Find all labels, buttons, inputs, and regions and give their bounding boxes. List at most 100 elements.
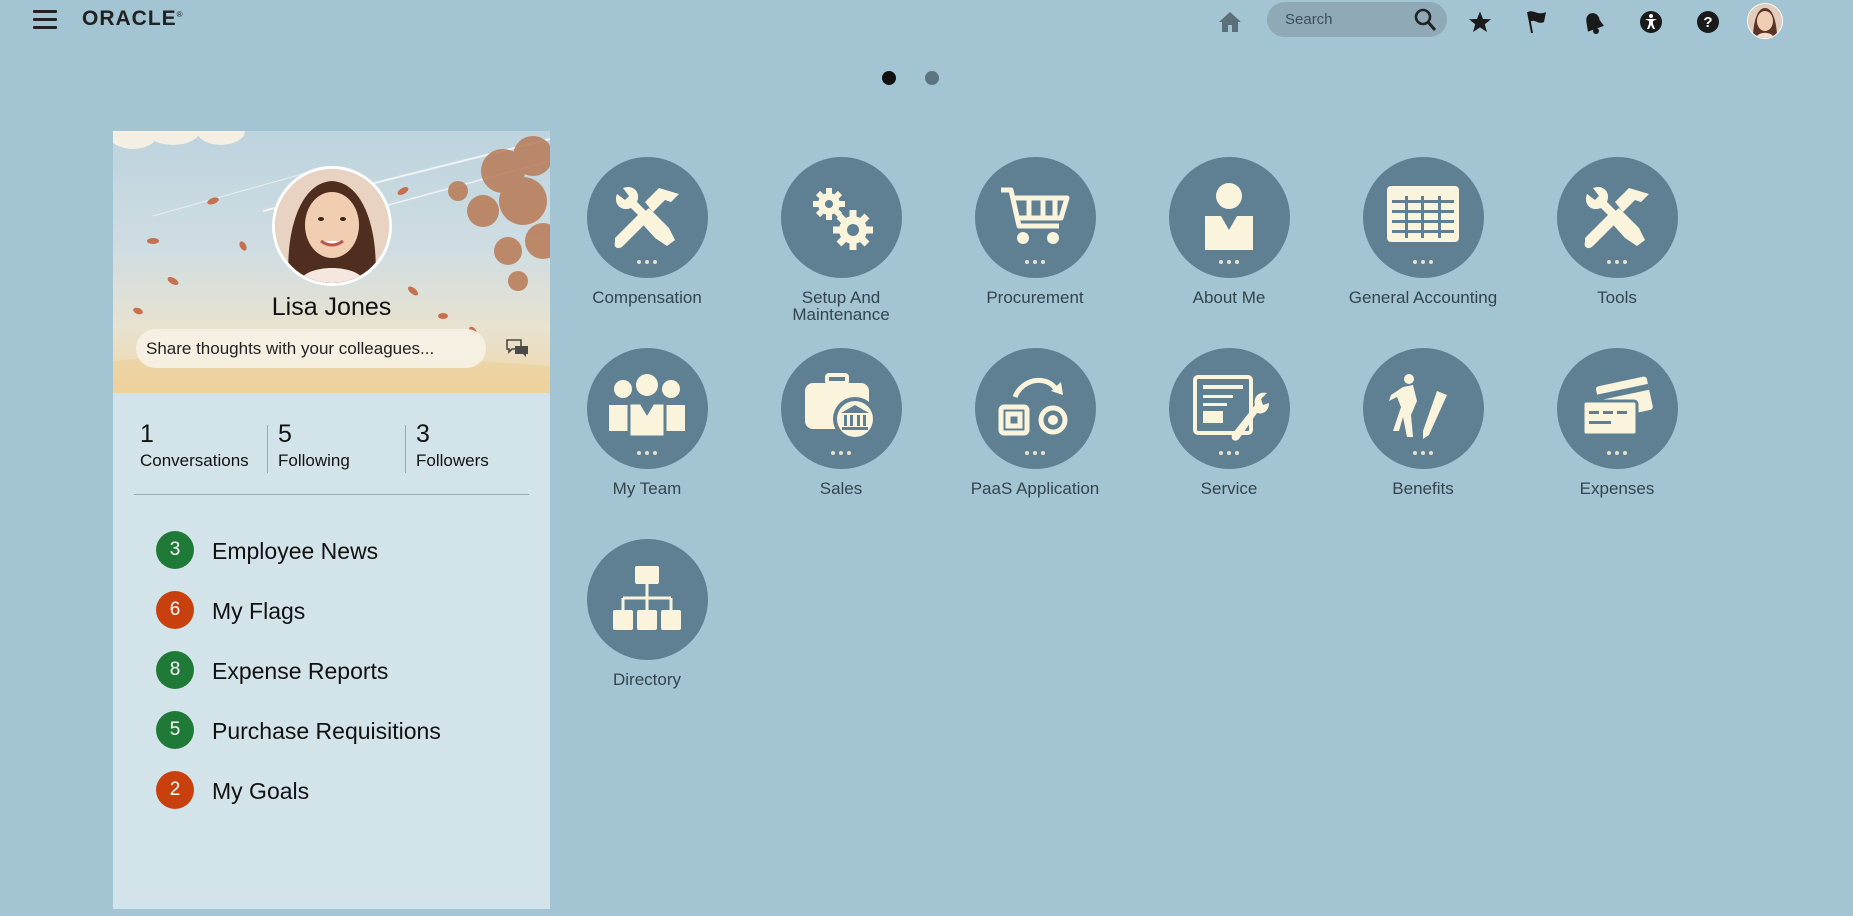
app-tile-directory[interactable]: Directory [550, 539, 744, 688]
worklist-label: My Goals [212, 778, 310, 804]
tile-label: Benefits [1392, 479, 1454, 498]
tile-label: Service [1200, 479, 1258, 498]
worklist-item-my-goals[interactable]: 2 My Goals [156, 771, 486, 811]
tile-label: Directory [612, 670, 681, 689]
tile-icon-circle [586, 348, 708, 469]
user-avatar[interactable] [1747, 3, 1783, 39]
count-badge: 8 [156, 651, 194, 689]
stat-label: Conversations [140, 451, 249, 470]
profile-banner: Lisa Jones [113, 131, 550, 393]
app-tile-about-me[interactable]: About Me [1132, 157, 1326, 306]
profile-panel: Lisa Jones 1 Conversations 5 Following 3… [113, 131, 550, 909]
app-tile-tools[interactable]: Tools [1520, 157, 1714, 306]
help-icon[interactable]: ? [1694, 8, 1722, 36]
stat-divider [405, 425, 406, 473]
tile-label: General Accounting [1348, 288, 1498, 307]
more-dots [975, 442, 1096, 460]
notifications-bell-icon[interactable] [1580, 8, 1608, 36]
profile-name[interactable]: Lisa Jones [113, 293, 550, 322]
navigator-menu-icon[interactable] [33, 10, 57, 30]
tile-label: Setup And Maintenance [792, 288, 890, 324]
more-dots [1169, 442, 1290, 460]
stat-followers[interactable]: 3 Followers [416, 420, 489, 470]
tile-icon-circle [1362, 348, 1484, 469]
oracle-logo[interactable]: ORACLE® [82, 7, 184, 31]
conversation-icon[interactable] [506, 338, 530, 360]
tile-icon-circle [780, 348, 902, 469]
tile-label: Compensation [592, 288, 702, 307]
tile-icon-circle [974, 157, 1096, 278]
worklist-label: Employee News [212, 538, 379, 564]
count-badge: 5 [156, 711, 194, 749]
worklist-item-purchase-requisitions[interactable]: 5 Purchase Requisitions [156, 711, 486, 751]
profile-photo[interactable] [272, 166, 392, 286]
expenses-card-icon [1581, 376, 1653, 436]
global-header: ORACLE® ? [0, 0, 1853, 40]
app-tile-compensation[interactable]: Compensation [550, 157, 744, 306]
app-tile-general-accounting[interactable]: General Accounting [1326, 157, 1520, 306]
cart-icon [1001, 187, 1070, 244]
tile-icon-circle [780, 157, 902, 278]
stat-value: 5 [278, 420, 292, 448]
tile-icon-circle [1168, 157, 1290, 278]
app-tile-my-team[interactable]: My Team [550, 348, 744, 497]
benefits-icon [1389, 373, 1447, 439]
accessibility-icon[interactable] [1637, 8, 1665, 36]
person-icon [1205, 182, 1253, 250]
more-dots [587, 442, 708, 460]
share-thoughts-input[interactable] [136, 329, 486, 368]
more-dots [1557, 442, 1678, 460]
app-tile-procurement[interactable]: Procurement [938, 157, 1132, 306]
page-indicator-1[interactable] [882, 71, 896, 85]
app-tile-setup-and-maintenance[interactable]: Setup And Maintenance [744, 157, 938, 323]
svg-text:?: ? [1703, 14, 1712, 31]
org-chart-icon [613, 565, 681, 630]
gears-icon [813, 187, 873, 250]
worklist-item-expense-reports[interactable]: 8 Expense Reports [156, 651, 486, 691]
tile-icon-circle [586, 157, 708, 278]
stat-following[interactable]: 5 Following [278, 420, 350, 470]
favorites-star-icon[interactable] [1466, 8, 1494, 36]
paas-icon [998, 377, 1068, 435]
stat-value: 3 [416, 420, 430, 448]
tile-label: My Team [612, 479, 682, 498]
tile-label: Tools [1597, 288, 1637, 307]
more-dots [1363, 251, 1484, 269]
stat-value: 1 [140, 420, 154, 448]
search-input[interactable] [1283, 10, 1417, 29]
watchlist-flag-icon[interactable] [1523, 8, 1551, 36]
tools-icon [614, 186, 679, 248]
home-icon[interactable] [1216, 8, 1244, 36]
tile-label: Expenses [1579, 479, 1655, 498]
tile-icon-circle [1556, 348, 1678, 469]
app-tile-sales[interactable]: Sales [744, 348, 938, 497]
app-tile-expenses[interactable]: Expenses [1520, 348, 1714, 497]
more-dots [781, 442, 902, 460]
worklist-label: My Flags [212, 598, 306, 624]
tools-icon [1584, 186, 1649, 248]
more-dots [1169, 251, 1290, 269]
tile-label: Sales [819, 479, 863, 498]
global-search-box [1267, 2, 1447, 37]
count-badge: 6 [156, 591, 194, 629]
worklist-item-my-flags[interactable]: 6 My Flags [156, 591, 486, 631]
app-tile-benefits[interactable]: Benefits [1326, 348, 1520, 497]
more-dots [975, 251, 1096, 269]
tile-icon-circle [974, 348, 1096, 469]
search-icon[interactable] [1413, 8, 1437, 32]
app-tile-service[interactable]: Service [1132, 348, 1326, 497]
count-badge: 3 [156, 531, 194, 569]
tile-label: Procurement [986, 288, 1084, 307]
stat-conversations[interactable]: 1 Conversations [140, 420, 249, 470]
service-icon [1193, 374, 1269, 441]
worklist-label: Expense Reports [212, 658, 389, 684]
stat-divider [267, 425, 268, 473]
tile-label: PaaS Application [970, 479, 1100, 498]
worklist-label: Purchase Requisitions [212, 718, 441, 744]
worklist-item-employee-news[interactable]: 3 Employee News [156, 531, 486, 571]
social-stats: 1 Conversations 5 Following 3 Followers [113, 420, 550, 480]
app-tile-paas-application[interactable]: PaaS Application [938, 348, 1132, 497]
count-badge: 2 [156, 771, 194, 809]
more-dots [1557, 251, 1678, 269]
page-indicator-2[interactable] [925, 71, 939, 85]
